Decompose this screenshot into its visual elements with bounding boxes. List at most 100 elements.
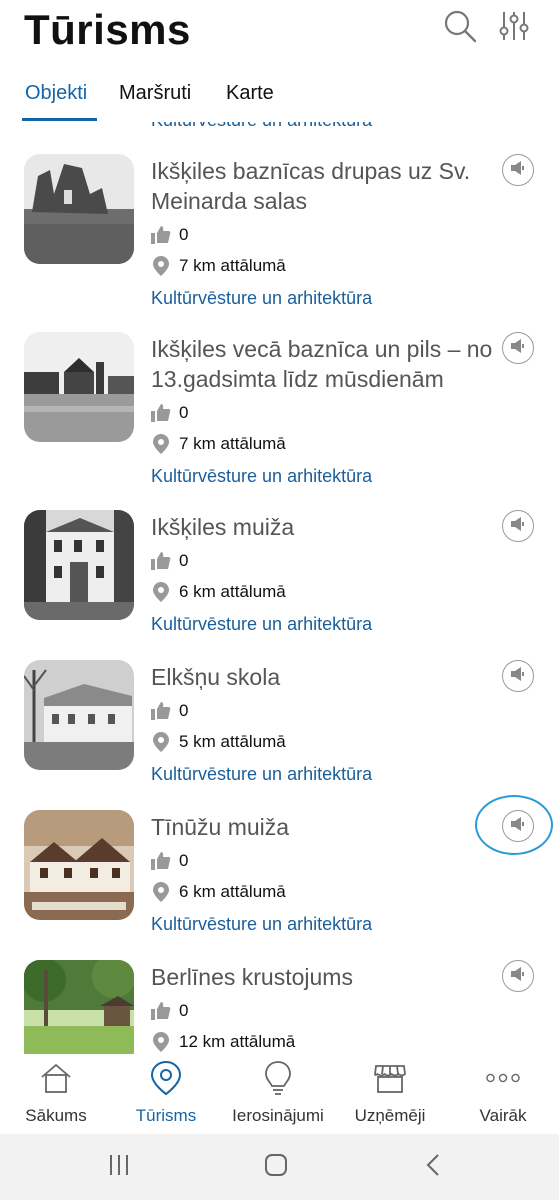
store-icon <box>372 1060 408 1096</box>
nav-label: Uzņēmēji <box>354 1106 426 1125</box>
location-pin-icon <box>151 732 171 752</box>
item-title[interactable]: Ikšķiles muiža <box>151 512 511 542</box>
highlight-ring <box>475 795 553 855</box>
item-thumbnail <box>24 810 134 920</box>
likes-count: 0 <box>179 701 189 720</box>
speaker-icon <box>510 338 526 359</box>
tab-marsruti[interactable]: Maršruti <box>119 82 191 105</box>
item-thumbnail <box>24 960 134 1054</box>
location-pin-icon <box>151 434 171 454</box>
list-item[interactable]: Ikšķiles vecā baznīca un pils – no 13.ga… <box>0 300 559 486</box>
likes-row: 0 <box>151 550 188 572</box>
distance-text: 7 km attālumā <box>179 434 286 453</box>
page-title: Tūrisms <box>24 6 191 53</box>
likes-count: 0 <box>179 403 189 422</box>
item-title[interactable]: Berlīnes krustojums <box>151 962 511 992</box>
tab-bar: Objekti Maršruti Karte <box>0 70 559 122</box>
audio-button[interactable] <box>502 332 534 364</box>
item-thumbnail <box>24 154 134 264</box>
location-pin-icon <box>151 582 171 602</box>
back-chevron-icon <box>425 1153 441 1182</box>
active-tab-indicator <box>22 118 97 121</box>
item-title[interactable]: Ikšķiles vecā baznīca un pils – no 13.ga… <box>151 334 511 394</box>
bottom-nav: Sākums Tūrisms Ierosinājumi Uzņēmēji Vai… <box>0 1054 559 1134</box>
thumbs-up-icon[interactable] <box>151 551 171 571</box>
location-pin-icon <box>151 882 171 902</box>
search-button[interactable] <box>438 6 482 50</box>
speaker-icon <box>510 516 526 537</box>
list-item[interactable]: Tīnūžu muiža 0 6 km attālumā Kultūrvēstu… <box>0 778 559 934</box>
audio-button[interactable] <box>502 660 534 692</box>
location-pin-icon <box>151 256 171 276</box>
speaker-icon <box>510 666 526 687</box>
distance-row: 6 km attālumā <box>151 581 286 603</box>
distance-text: 6 km attālumā <box>179 882 286 901</box>
home-square-icon <box>264 1153 288 1182</box>
distance-text: 7 km attālumā <box>179 256 286 275</box>
location-pin-icon <box>151 1032 171 1052</box>
distance-text: 6 km attālumā <box>179 582 286 601</box>
nav-label: Sākums <box>25 1106 87 1125</box>
likes-count: 0 <box>179 851 189 870</box>
distance-row: 6 km attālumā <box>151 881 286 903</box>
search-icon <box>442 8 478 49</box>
map-pin-icon <box>148 1060 184 1096</box>
item-thumbnail <box>24 332 134 442</box>
app-header: Tūrisms <box>0 0 559 70</box>
nav-item-turisms[interactable]: Tūrisms <box>110 1054 222 1134</box>
likes-row: 0 <box>151 402 188 424</box>
list-item[interactable]: Berlīnes krustojums 0 12 km attālumā <box>0 928 559 1054</box>
nav-item-ierosinajumi[interactable]: Ierosinājumi <box>222 1054 334 1134</box>
thumbs-up-icon[interactable] <box>151 851 171 871</box>
thumbs-up-icon[interactable] <box>151 701 171 721</box>
list-item[interactable]: Ikšķiles baznīcas drupas uz Sv. Meinarda… <box>0 122 559 308</box>
nav-item-sakums[interactable]: Sākums <box>0 1054 112 1134</box>
back-button[interactable] <box>413 1151 453 1183</box>
likes-count: 0 <box>179 551 189 570</box>
distance-row: 12 km attālumā <box>151 1031 295 1053</box>
item-thumbnail <box>24 660 134 770</box>
home-icon <box>38 1060 74 1096</box>
nav-item-vairak[interactable]: Vairāk <box>447 1054 559 1134</box>
speaker-icon <box>510 160 526 181</box>
more-dots-icon <box>485 1060 521 1096</box>
likes-count: 0 <box>179 1001 189 1020</box>
nav-label: Tūrisms <box>135 1106 197 1125</box>
recent-apps-button[interactable] <box>99 1151 139 1183</box>
distance-text: 5 km attālumā <box>179 732 286 751</box>
likes-count: 0 <box>179 225 189 244</box>
likes-row: 0 <box>151 1000 188 1022</box>
nav-label: Ierosinājumi <box>232 1106 324 1125</box>
distance-text: 12 km attālumā <box>179 1032 296 1051</box>
likes-row: 0 <box>151 850 188 872</box>
system-nav-bar <box>0 1134 559 1200</box>
lightbulb-icon <box>260 1060 296 1096</box>
speaker-icon <box>510 966 526 987</box>
item-thumbnail <box>24 510 134 620</box>
likes-row: 0 <box>151 224 188 246</box>
tab-karte[interactable]: Karte <box>226 82 274 105</box>
audio-button[interactable] <box>502 510 534 542</box>
item-title[interactable]: Elkšņu skola <box>151 662 511 692</box>
distance-row: 5 km attālumā <box>151 731 286 753</box>
thumbs-up-icon[interactable] <box>151 225 171 245</box>
list-item[interactable]: Elkšņu skola 0 5 km attālumā Kultūrvēstu… <box>0 628 559 784</box>
item-title[interactable]: Tīnūžu muiža <box>151 812 511 842</box>
nav-label: Vairāk <box>479 1106 527 1125</box>
tab-objekti[interactable]: Objekti <box>25 82 87 105</box>
audio-button[interactable] <box>502 154 534 186</box>
sliders-icon <box>496 8 532 49</box>
thumbs-up-icon[interactable] <box>151 1001 171 1021</box>
object-list[interactable]: Kultūrvēsture un arhitektūra Ikšķiles ba… <box>0 122 559 1054</box>
likes-row: 0 <box>151 700 188 722</box>
item-title[interactable]: Ikšķiles baznīcas drupas uz Sv. Meinarda… <box>151 156 511 216</box>
nav-item-uznemeji[interactable]: Uzņēmēji <box>334 1054 446 1134</box>
distance-row: 7 km attālumā <box>151 433 286 455</box>
home-system-button[interactable] <box>256 1151 296 1183</box>
thumbs-up-icon[interactable] <box>151 403 171 423</box>
filter-button[interactable] <box>492 6 536 50</box>
audio-button[interactable] <box>502 960 534 992</box>
distance-row: 7 km attālumā <box>151 255 286 277</box>
list-item[interactable]: Ikšķiles muiža 0 6 km attālumā Kultūrvēs… <box>0 478 559 634</box>
recent-apps-icon <box>107 1153 131 1182</box>
